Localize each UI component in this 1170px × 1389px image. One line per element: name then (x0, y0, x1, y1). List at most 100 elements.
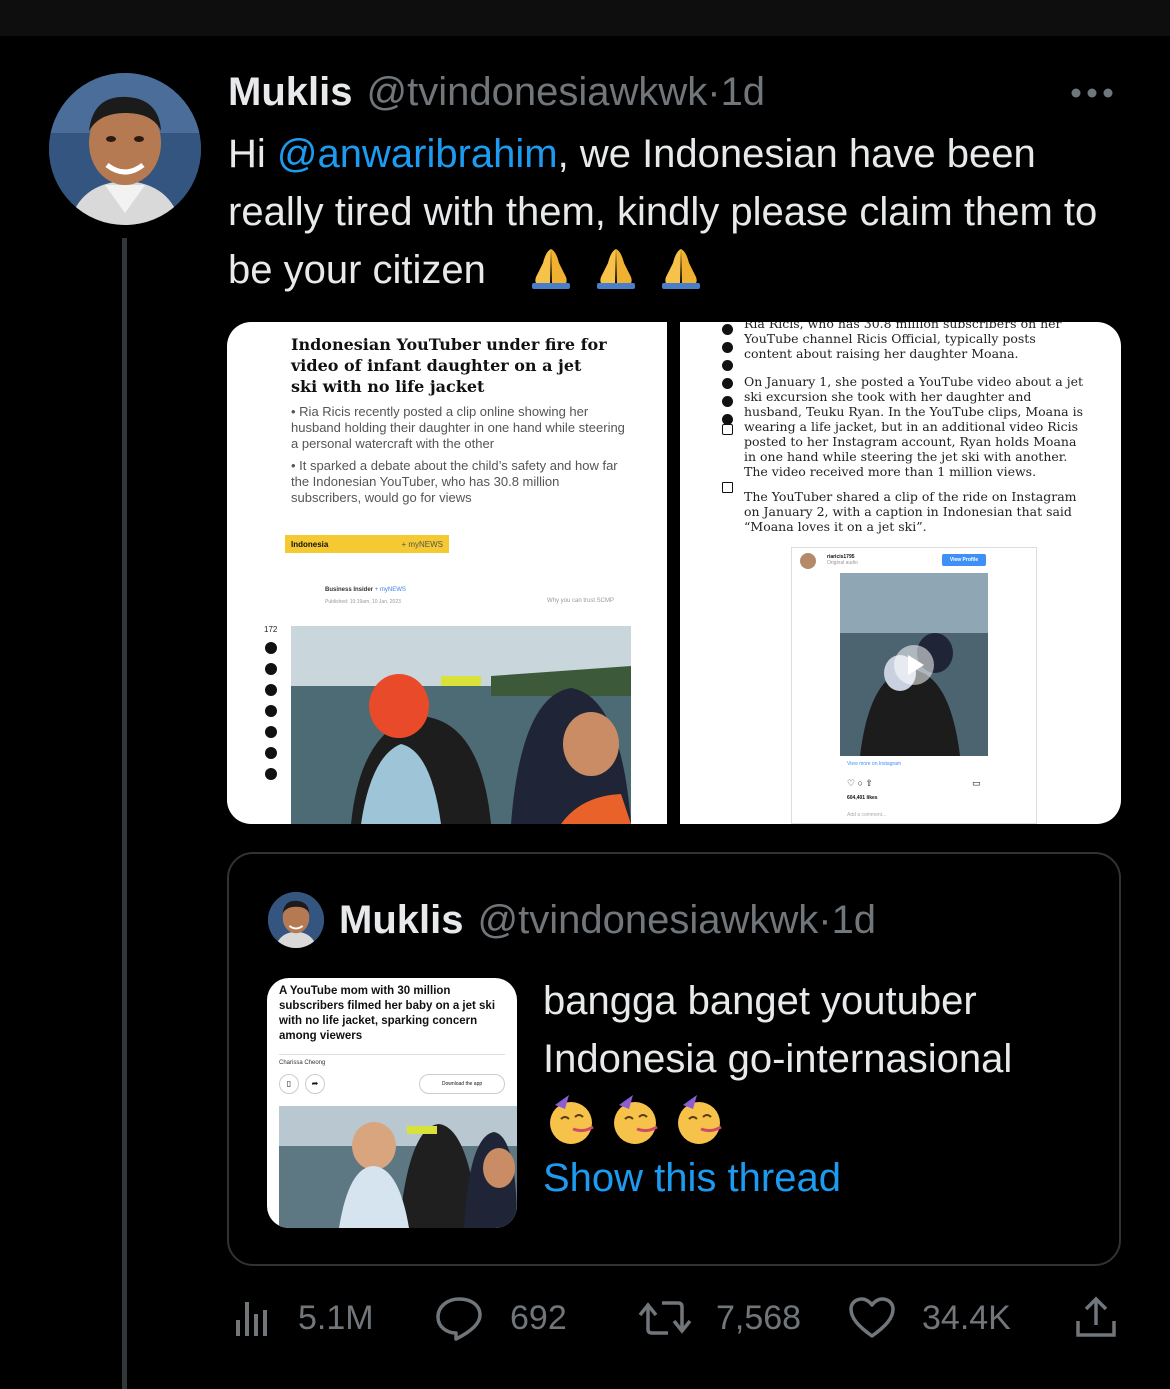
partying-face-icon (614, 1095, 658, 1145)
twitter-icon (722, 324, 733, 335)
whatsapp-icon (265, 684, 277, 696)
partying-face-icon (550, 1095, 594, 1145)
divider (279, 1054, 505, 1055)
status-bar (0, 0, 1170, 36)
telegram-icon (722, 360, 733, 371)
whatsapp-icon (722, 342, 733, 353)
instagram-likes: 604,401 likes (847, 795, 878, 801)
share-icon: ➦ (305, 1074, 325, 1094)
instagram-video[interactable] (840, 573, 988, 756)
jetski-photo-graphic (279, 1106, 517, 1228)
quote-header: Muklis @tvindonesiawkwk·1d (339, 898, 876, 944)
insta-sub: Original audio (827, 560, 858, 566)
quote-thumbnail[interactable]: A YouTube mom with 30 million subscriber… (267, 978, 517, 1228)
article-paragraph: Ria Ricis, who has 30.8 million subscrib… (744, 322, 1062, 361)
bullet-text: It sparked a debate about the child’s sa… (291, 458, 618, 505)
article-bullet: • It sparked a debate about the child’s … (291, 458, 618, 505)
thumb-author: Charissa Cheong (279, 1060, 326, 1066)
quote-text-body: bangga banget youtuber Indonesia go-inte… (543, 979, 1013, 1081)
replies-count: 692 (510, 1298, 567, 1337)
share-count: 172 (264, 625, 278, 634)
link-icon (265, 726, 277, 738)
quote-handle-text: @tvindonesiawkwk (477, 898, 819, 942)
instagram-actions: ♡ ○ ⇧ (847, 778, 874, 788)
quote-avatar[interactable] (268, 892, 324, 948)
text-start: Hi (228, 132, 277, 176)
comment-icon (722, 424, 733, 435)
article-byline: Business Insider + myNEWS (325, 587, 406, 593)
download-app-button: Download the app (419, 1074, 505, 1094)
analytics-icon (236, 1302, 267, 1336)
video-frame (840, 573, 988, 756)
instagram-embed[interactable]: riaricis1795 Original audio View Profile … (791, 547, 1037, 824)
timestamp[interactable]: 1d (721, 70, 766, 114)
tweet-header: Muklis @tvindonesiawkwk·1d (228, 70, 765, 116)
share-icon (1076, 1296, 1116, 1337)
trust-link: Why you can trust SCMP (547, 598, 615, 604)
instagram-user: riaricis1795 Original audio (827, 554, 858, 566)
instagram-link[interactable]: View more on Instagram (847, 761, 901, 767)
retweets-count: 7,568 (716, 1298, 802, 1337)
separator: · (818, 898, 832, 942)
author-handle[interactable]: @tvindonesiawkwk·1d (366, 70, 765, 115)
avatar-portrait-icon (49, 73, 201, 225)
email-icon (722, 396, 733, 407)
quote-author-name: Muklis (339, 898, 464, 942)
share-button[interactable] (1074, 1290, 1118, 1346)
avatar[interactable] (49, 73, 201, 225)
twitter-icon (265, 663, 277, 675)
media-grid: Indonesian YouTuber under fire for video… (227, 322, 1121, 824)
article-published: Published: 10:19am, 10 Jan, 2023 (325, 599, 401, 605)
byline-source: Business Insider (325, 587, 374, 593)
avatar-portrait-icon (268, 892, 324, 948)
link-icon (722, 378, 733, 389)
bookmark-icon (722, 482, 733, 493)
tag-label: Indonesia (291, 540, 329, 549)
likes-count: 34.4K (922, 1298, 1011, 1337)
tag-extra: + myNEWS (401, 540, 443, 549)
article-headline: Indonesian YouTuber under fire for video… (291, 335, 607, 396)
quote-timestamp: 1d (831, 898, 877, 942)
article-bullet: • Ria Ricis recently posted a clip onlin… (291, 404, 625, 451)
jetski-photo-graphic (291, 626, 631, 824)
reply-icon (436, 1297, 482, 1341)
quote-text: bangga banget youtuber Indonesia go-inte… (543, 972, 1103, 1146)
quote-author-handle: @tvindonesiawkwk·1d (477, 898, 876, 943)
more-options-button[interactable] (1070, 80, 1114, 100)
article-paragraph: On January 1, she posted a YouTube video… (744, 374, 1084, 479)
partying-face-icon (678, 1095, 722, 1145)
media-image-left[interactable]: Indonesian YouTuber under fire for video… (227, 322, 667, 824)
reply-button[interactable]: 692 (434, 1290, 567, 1346)
telegram-icon (265, 705, 277, 717)
folded-hands-icon (662, 249, 701, 289)
email-icon (265, 747, 277, 759)
jetski-photo (291, 626, 631, 824)
section-tag: Indonesia + myNEWS (285, 535, 449, 553)
like-button[interactable]: 34.4K (848, 1290, 1011, 1346)
bookmark-icon: ▭ (972, 778, 981, 788)
bookmark-icon: ▯ (279, 1074, 299, 1094)
view-profile-button[interactable]: View Profile (942, 554, 986, 566)
thumb-photo (279, 1106, 517, 1228)
folded-hands-icon (597, 249, 636, 289)
retweet-icon (638, 1301, 692, 1335)
retweet-button[interactable]: 7,568 (638, 1290, 801, 1346)
instagram-avatar (800, 553, 816, 569)
quote-tweet[interactable]: Muklis @tvindonesiawkwk·1d A YouTube mom… (227, 852, 1121, 1266)
folded-hands-icon (532, 249, 571, 289)
thread-line (122, 238, 127, 1389)
media-image-right[interactable]: Ria Ricis, who has 30.8 million subscrib… (680, 322, 1121, 824)
author-name[interactable]: Muklis (228, 70, 352, 115)
instagram-comment: Add a comment... (847, 812, 887, 818)
separator: · (707, 70, 721, 114)
bullet-text: Ria Ricis recently posted a clip online … (291, 404, 625, 451)
action-bar: 5.1M 692 7,568 34.4K (228, 1290, 1120, 1346)
article-paragraph: The YouTuber shared a clip of the ride o… (744, 489, 1077, 534)
show-thread-link[interactable]: Show this thread (543, 1156, 841, 1201)
views-button[interactable]: 5.1M (232, 1290, 374, 1346)
tweet-text: Hi @anwaribrahim, we Indonesian have bee… (228, 125, 1138, 299)
thumb-headline: A YouTube mom with 30 million subscriber… (279, 985, 496, 1042)
facebook-icon (265, 642, 277, 654)
more-horizontal-icon (1071, 88, 1113, 98)
mention-link[interactable]: @anwaribrahim (277, 132, 558, 176)
